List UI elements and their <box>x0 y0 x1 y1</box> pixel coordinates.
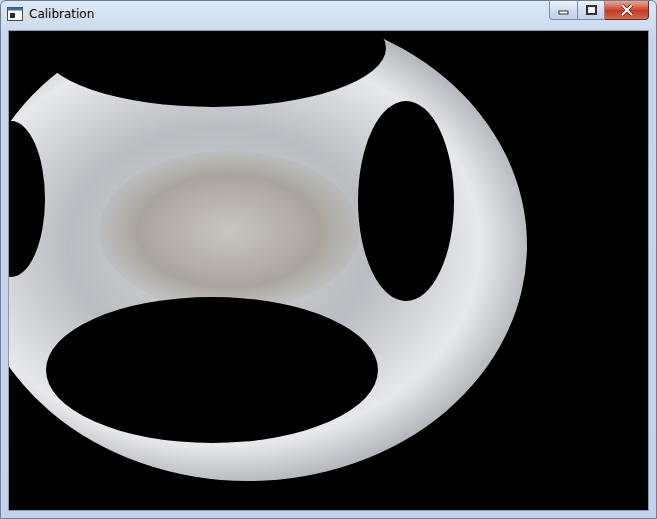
maximize-icon <box>586 5 597 15</box>
close-button[interactable] <box>605 1 649 20</box>
close-icon <box>620 4 634 16</box>
calibration-window: Calibration <box>0 0 657 519</box>
minimize-icon <box>558 6 569 15</box>
title-bar[interactable]: Calibration <box>1 1 656 29</box>
camera-image <box>8 30 649 511</box>
window-title: Calibration <box>29 7 94 21</box>
app-icon <box>7 7 23 21</box>
maximize-button[interactable] <box>578 1 605 20</box>
minimize-button[interactable] <box>549 1 578 20</box>
